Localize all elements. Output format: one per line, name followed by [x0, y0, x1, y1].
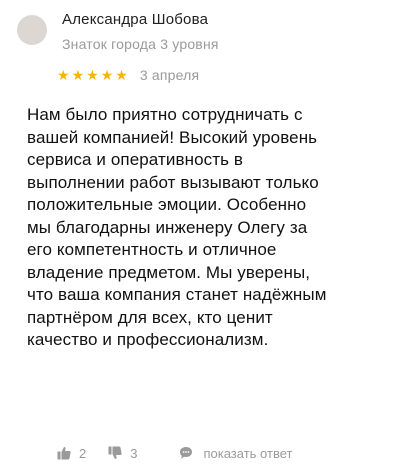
show-reply-button[interactable]: показать ответ	[179, 446, 292, 461]
review-date: 3 апреля	[139, 67, 200, 83]
show-reply-label: показать ответ	[203, 445, 293, 461]
dislike-count: 3	[130, 445, 138, 461]
dislike-button[interactable]: 3	[108, 446, 137, 461]
review-text: Нам было приятно сотрудничать с вашей ко…	[27, 105, 327, 349]
author-level: Знаток города 3 уровня	[62, 36, 219, 52]
author-name[interactable]: Александра Шобова	[62, 11, 208, 29]
like-button[interactable]: 2	[57, 446, 86, 461]
avatar[interactable]	[17, 15, 47, 45]
star-icon: ★	[115, 67, 128, 83]
star-icon: ★	[57, 67, 70, 83]
rating-row: ★ ★ ★ ★ ★ 3 апреля	[57, 66, 199, 84]
review-actions: 2 3 показать ответ	[57, 442, 292, 464]
speech-bubble-icon	[179, 446, 193, 460]
like-count: 2	[79, 445, 87, 461]
star-rating: ★ ★ ★ ★ ★	[57, 68, 128, 82]
star-icon: ★	[100, 67, 114, 83]
star-icon: ★	[86, 67, 99, 83]
thumbs-up-icon	[57, 446, 71, 460]
thumbs-down-icon	[108, 446, 122, 460]
star-icon: ★	[71, 67, 85, 83]
